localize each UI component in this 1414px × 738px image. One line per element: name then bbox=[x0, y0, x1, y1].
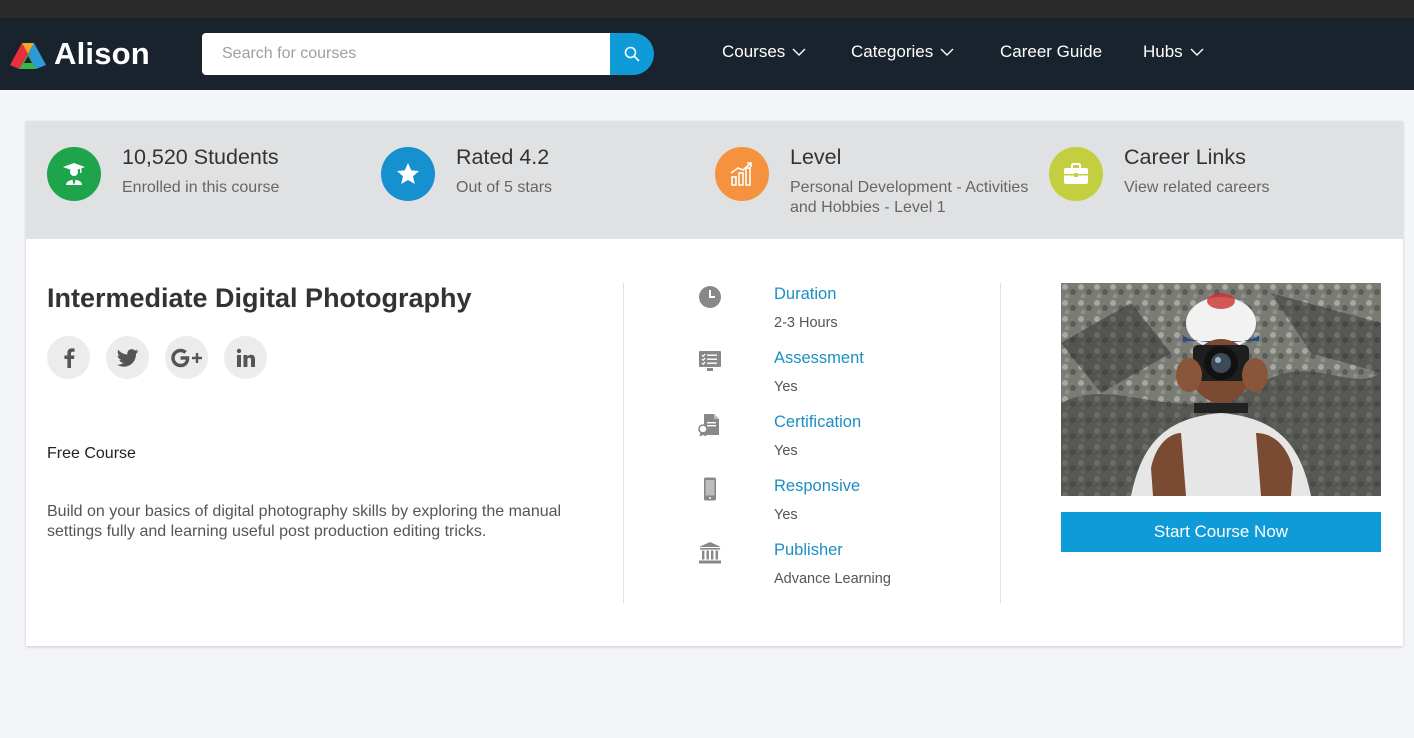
stat-students-title: 10,520 Students bbox=[122, 145, 279, 169]
share-facebook-button[interactable] bbox=[47, 336, 90, 379]
mobile-phone-icon bbox=[698, 477, 722, 501]
detail-certification-label[interactable]: Certification bbox=[774, 413, 861, 432]
course-card: 10,520 Students Enrolled in this course … bbox=[26, 121, 1403, 646]
detail-certification-value: Yes bbox=[774, 443, 798, 459]
search-input[interactable] bbox=[202, 33, 610, 75]
top-navbar: Alison Courses Categories Career Guide H… bbox=[0, 18, 1414, 90]
chevron-down-icon bbox=[940, 48, 954, 56]
stat-rating-title: Rated 4.2 bbox=[456, 145, 550, 169]
nav-career-guide-label: Career Guide bbox=[1000, 42, 1103, 61]
detail-duration-value: 2-3 Hours bbox=[774, 315, 838, 331]
share-twitter-button[interactable] bbox=[106, 336, 149, 379]
course-stats-bar: 10,520 Students Enrolled in this course … bbox=[26, 121, 1403, 239]
course-thumbnail-image[interactable] bbox=[1061, 283, 1381, 496]
stat-level-subtitle: Personal Development - Activities and Ho… bbox=[790, 179, 1029, 216]
stat-level-title: Level bbox=[790, 145, 842, 169]
chevron-down-icon bbox=[792, 48, 806, 56]
detail-duration-label[interactable]: Duration bbox=[774, 285, 836, 304]
price-label: Free Course bbox=[47, 445, 136, 462]
detail-assessment-value: Yes bbox=[774, 379, 798, 395]
share-linkedin-button[interactable] bbox=[224, 336, 267, 379]
bank-building-icon bbox=[698, 541, 722, 565]
twitter-icon bbox=[116, 348, 138, 367]
facebook-icon bbox=[63, 347, 75, 368]
nav-courses-label: Courses bbox=[722, 42, 786, 61]
detail-responsive-value: Yes bbox=[774, 507, 798, 523]
stat-career-links-title: Career Links bbox=[1124, 145, 1246, 169]
search-button[interactable] bbox=[610, 33, 654, 75]
linkedin-icon bbox=[236, 348, 255, 367]
course-description: Build on your basics of digital photogra… bbox=[47, 503, 562, 540]
brand-name: Alison bbox=[54, 36, 150, 71]
detail-responsive-label[interactable]: Responsive bbox=[774, 477, 860, 496]
nav-categories[interactable]: Categories bbox=[851, 40, 954, 64]
browser-top-strip bbox=[0, 0, 1414, 18]
bar-chart-icon bbox=[715, 147, 769, 201]
nav-hubs-label: Hubs bbox=[1143, 42, 1183, 61]
detail-publisher-label[interactable]: Publisher bbox=[774, 541, 843, 560]
nav-categories-label: Categories bbox=[851, 42, 934, 61]
certificate-icon bbox=[698, 413, 722, 437]
chevron-down-icon bbox=[1190, 48, 1204, 56]
clock-icon bbox=[698, 285, 722, 309]
stat-career-links-subtitle[interactable]: View related careers bbox=[1124, 178, 1384, 198]
column-divider bbox=[1000, 283, 1001, 603]
nav-career-guide[interactable]: Career Guide bbox=[1000, 40, 1102, 64]
checklist-monitor-icon bbox=[698, 349, 722, 373]
alison-logo[interactable]: Alison bbox=[10, 34, 150, 74]
briefcase-icon bbox=[1049, 147, 1103, 201]
search-bar bbox=[202, 33, 654, 75]
alison-logo-icon bbox=[10, 43, 46, 69]
column-divider bbox=[623, 283, 624, 603]
detail-assessment-label[interactable]: Assessment bbox=[774, 349, 864, 368]
course-title: Intermediate Digital Photography bbox=[47, 283, 472, 313]
search-icon bbox=[624, 46, 640, 62]
stat-students-subtitle: Enrolled in this course bbox=[122, 179, 280, 196]
share-google-plus-button[interactable] bbox=[165, 336, 208, 379]
detail-publisher-value: Advance Learning bbox=[774, 571, 891, 587]
nav-hubs[interactable]: Hubs bbox=[1143, 40, 1204, 64]
nav-courses[interactable]: Courses bbox=[722, 40, 806, 64]
graduate-icon bbox=[47, 147, 101, 201]
start-course-button[interactable]: Start Course Now bbox=[1061, 512, 1381, 552]
stat-rating-subtitle: Out of 5 stars bbox=[456, 179, 553, 196]
star-icon bbox=[381, 147, 435, 201]
google-plus-icon bbox=[170, 348, 202, 367]
